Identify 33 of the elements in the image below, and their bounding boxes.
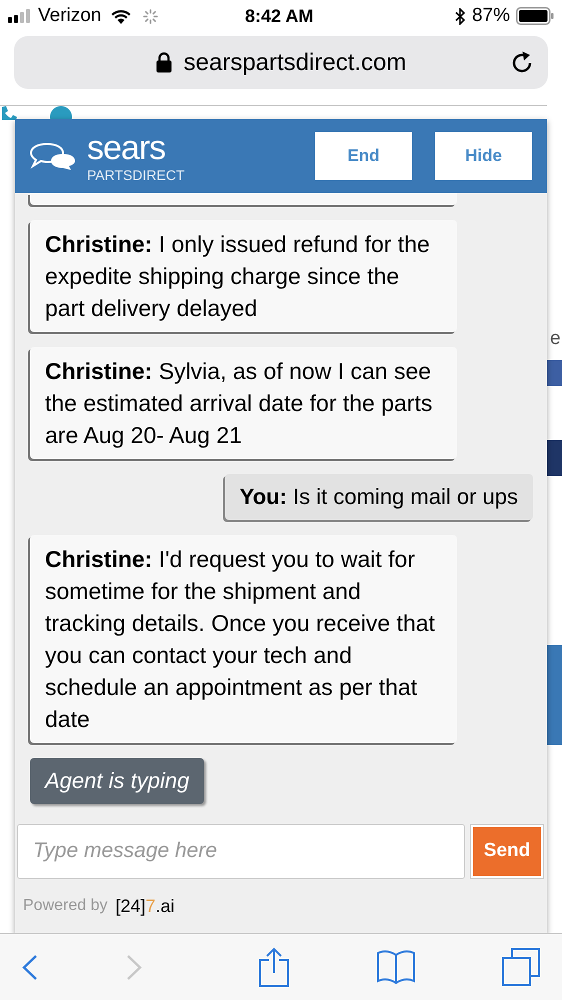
message-bubble: Christine: I only issued refund for the expedite shipping charge since the part delivery delayed [30, 220, 457, 332]
header-button[interactable]: Hide [435, 132, 532, 180]
tabs-icon[interactable] [502, 948, 540, 986]
page-bar [547, 360, 562, 386]
address-bar[interactable]: searspartsdirect.com [14, 36, 548, 89]
share-icon[interactable] [259, 947, 289, 987]
brand-name: sears [87, 130, 166, 164]
battery-percent: 87% [472, 4, 510, 28]
clock-time: 8:42 AM [245, 4, 314, 28]
carrier-name: Verizon [38, 4, 102, 28]
typing-indicator: Agent is typing [30, 758, 204, 804]
phone-icon [0, 106, 18, 120]
powered-by-label: Powered by [23, 896, 108, 916]
url-text: searspartsdirect.com [184, 48, 406, 78]
message-bubble: Christine: I'd request you to wait for sometime for the shipment and tracking details. Once you receive that you can contact your tech and schedule an appointment as per that date [30, 535, 457, 743]
header-button[interactable]: End [315, 132, 412, 180]
brand-tagline: PARTSDIRECT [87, 168, 184, 182]
back-icon[interactable] [22, 954, 38, 980]
lock-icon [156, 52, 172, 73]
bookmarks-icon[interactable] [376, 949, 414, 985]
send-button[interactable]: Send [471, 824, 543, 878]
reload-icon[interactable] [510, 50, 534, 74]
message-bubble: Christine: Sylvia, as of now I can see the estimated arrival date for the parts are Aug 20- Aug 21 [30, 347, 457, 459]
vendor-logo: [24]7.ai [116, 894, 175, 918]
message-bubble: You: Is it coming mail or ups [224, 474, 533, 520]
bluetooth-icon [454, 8, 466, 24]
spinner-icon [143, 8, 158, 24]
wifi-icon [111, 8, 132, 24]
battery-icon [516, 7, 554, 25]
message-input[interactable]: Type message here [17, 824, 465, 878]
chat-bubbles-icon [29, 142, 77, 170]
chat-bubble-icon [50, 106, 72, 120]
page-text: e [550, 327, 561, 351]
